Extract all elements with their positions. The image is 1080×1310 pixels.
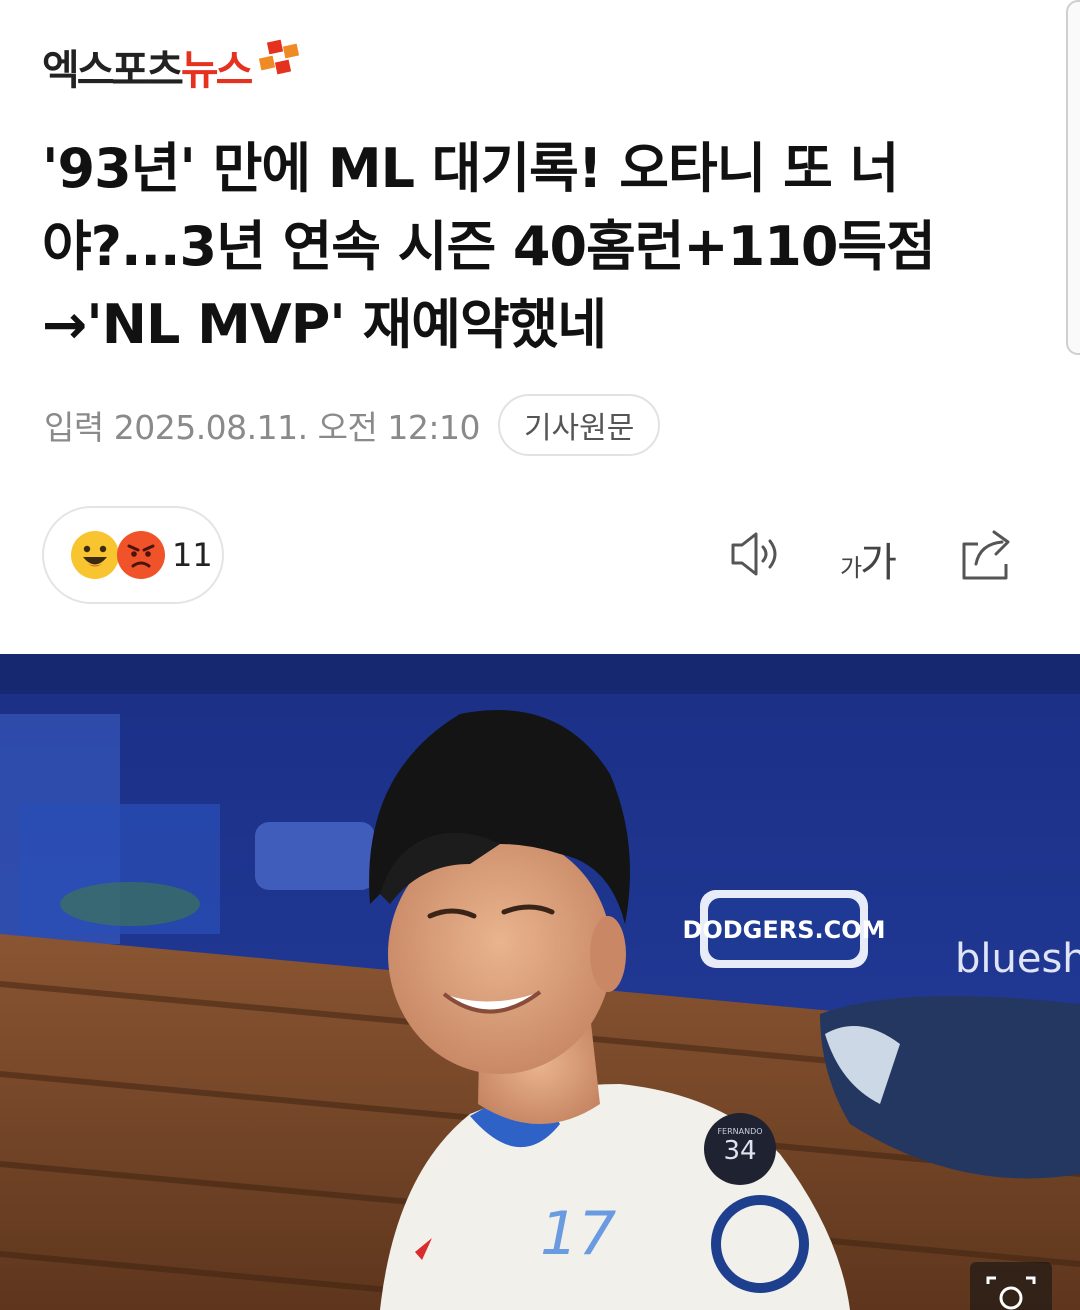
patch-name: FERNANDO: [717, 1127, 762, 1136]
patch-number: 34: [723, 1136, 756, 1166]
original-article-button[interactable]: 기사원문: [497, 394, 661, 456]
font-small-glyph: 가: [840, 554, 862, 582]
happy-face-icon: [71, 531, 119, 579]
site-logo[interactable]: 엑스포츠뉴스: [42, 38, 302, 102]
font-large-glyph: 가: [860, 540, 897, 586]
reaction-button[interactable]: 11: [42, 506, 224, 604]
wall-sign-text: DODGERS.COM: [682, 916, 885, 944]
font-size-button[interactable]: 가가: [840, 530, 897, 588]
angry-face-icon: [117, 531, 165, 579]
zoom-button[interactable]: [970, 1262, 1052, 1310]
speaker-icon: [731, 532, 777, 576]
original-article-label: 기사원문: [523, 411, 635, 446]
logo-text: 엑스포츠뉴스: [42, 45, 253, 94]
logo-mark-icon: [259, 39, 300, 75]
article-title: '93년' 만에 ML 대기록! 오타니 또 너야?...3년 연속 시즌 40…: [42, 137, 936, 356]
wall-text: blueshie: [955, 936, 1080, 982]
photo-illustration: DODGERS.COM blueshie 17 34 FERNANDO: [0, 654, 1080, 1310]
share-button[interactable]: [958, 526, 1016, 586]
jersey-number: 17: [540, 1199, 616, 1269]
zoom-icon: [986, 1276, 1036, 1310]
article-meta: 입력 2025.08.11. 오전 12:10 기사원문: [44, 393, 661, 457]
text-to-speech-button[interactable]: [728, 526, 784, 586]
reaction-count: 11: [172, 536, 213, 574]
font-size-icon: 가가: [840, 540, 897, 586]
article-photo[interactable]: DODGERS.COM blueshie 17 34 FERNANDO: [0, 654, 1080, 1310]
scroll-indicator[interactable]: [1066, 0, 1080, 355]
publish-date: 입력 2025.08.11. 오전 12:10: [44, 408, 480, 447]
share-icon: [962, 530, 1010, 580]
